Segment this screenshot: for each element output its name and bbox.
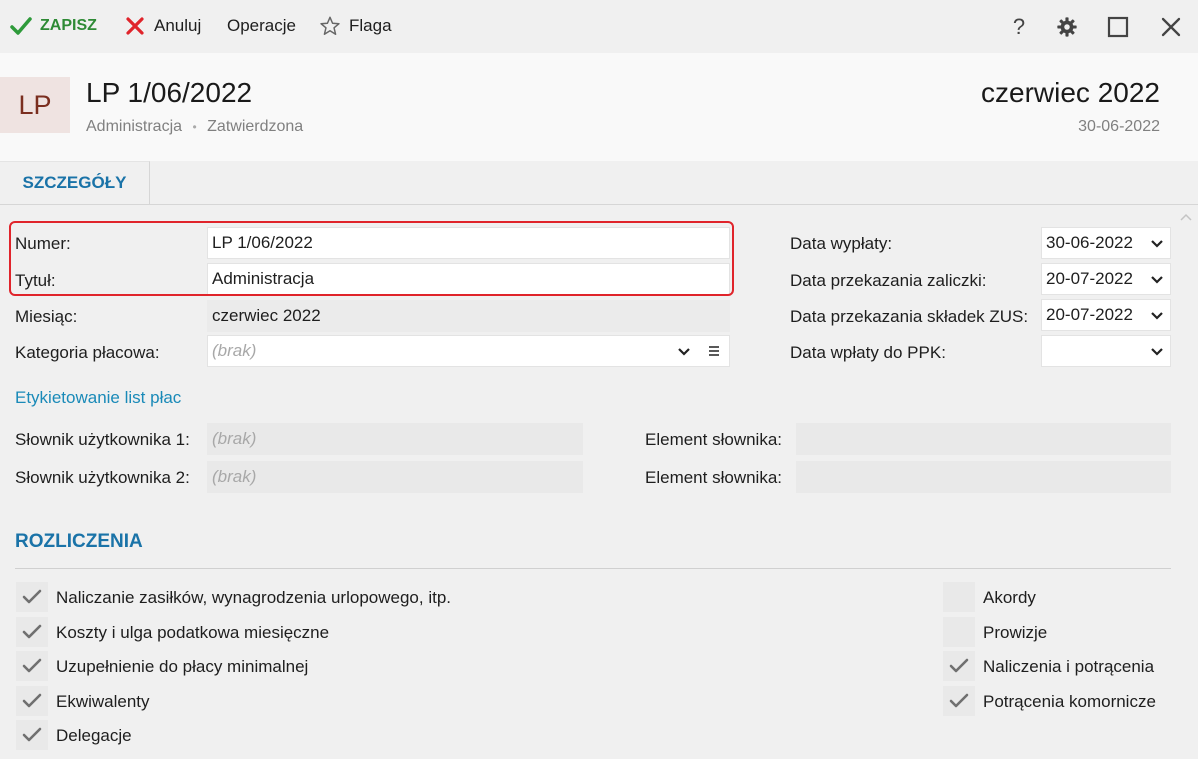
checkbox-label: Delegacje [56, 726, 132, 745]
chevron-down-icon[interactable] [677, 346, 691, 358]
header-date: 30-06-2022 [1078, 118, 1160, 135]
checkmark-icon [949, 658, 969, 673]
status-badge: Zatwierdzona [207, 118, 304, 135]
divider [15, 568, 1171, 569]
miesiac-value: czerwiec 2022 [212, 306, 321, 325]
close-window-icon[interactable] [1158, 14, 1184, 40]
header-subtitle: Administracja • Zatwierdzona [86, 118, 303, 136]
checkbox-label: Koszty i ulga podatkowa miesięczne [56, 622, 330, 642]
checkmark-icon [949, 693, 969, 707]
checkbox-label: Naliczanie zasiłków, wynagrodzenia urlop… [56, 588, 451, 607]
slownik2-label: Słownik użytkownika 2: [15, 468, 190, 487]
miesiac-field: czerwiec 2022 [207, 300, 730, 332]
gear-icon[interactable] [1054, 14, 1080, 40]
checkbox-label: Potrącenia komornicze [983, 691, 1156, 711]
checkbox[interactable] [16, 616, 48, 647]
checkbox[interactable] [943, 685, 975, 716]
checkmark-icon [22, 727, 42, 742]
chevron-down-icon[interactable] [1150, 236, 1164, 250]
etykietowanie-link[interactable]: Etykietowanie list płac [15, 388, 181, 408]
kategoria-value: (brak) [212, 341, 257, 360]
highlight-box [9, 221, 734, 296]
element1-field[interactable] [796, 423, 1171, 455]
checkbox[interactable] [16, 720, 48, 750]
cancel-button[interactable]: Anuluj [124, 14, 201, 38]
data-zus-value: 20-07-2022 [1046, 305, 1133, 324]
scroll-up-icon[interactable] [1180, 212, 1192, 222]
header-separator: • [192, 120, 197, 134]
slownik1-value: (brak) [212, 429, 257, 448]
kategoria-label: Kategoria płacowa: [15, 343, 160, 362]
tab-bar: SZCZEGÓŁY [0, 161, 1198, 205]
help-icon[interactable]: ? [1006, 14, 1032, 40]
operations-label: Operacje [227, 16, 296, 35]
flag-button[interactable]: Flaga [319, 14, 392, 38]
data-zaliczki-value: 20-07-2022 [1046, 269, 1133, 288]
close-icon [124, 15, 146, 37]
kategoria-select[interactable]: (brak) [207, 335, 730, 367]
list-menu-icon[interactable] [708, 344, 720, 358]
slownik2-value: (brak) [212, 467, 257, 486]
chevron-down-icon[interactable] [1150, 308, 1164, 322]
checkbox[interactable] [16, 651, 48, 681]
checkbox[interactable] [943, 582, 975, 612]
checkmark-icon [22, 624, 42, 638]
chevron-down-icon[interactable] [1150, 272, 1164, 286]
data-wyplaty-picker[interactable]: 30-06-2022 [1041, 227, 1171, 259]
checkbox-label: Prowizje [983, 622, 1048, 642]
checkbox-label: Uzupełnienie do płacy minimalnej [56, 657, 309, 676]
checkbox[interactable] [943, 651, 975, 681]
data-zaliczki-picker[interactable]: 20-07-2022 [1041, 263, 1171, 295]
checkmark-icon [22, 589, 42, 604]
data-wyplaty-value: 30-06-2022 [1046, 233, 1133, 252]
checkbox-label: Naliczenia i potrącenia [983, 657, 1155, 676]
checkmark-icon [22, 658, 42, 673]
section-title: ROZLICZENIA [15, 531, 143, 552]
checkbox[interactable] [943, 616, 975, 647]
element2-field[interactable] [796, 461, 1171, 493]
checkmark-icon [22, 693, 42, 707]
data-zus-picker[interactable]: 20-07-2022 [1041, 299, 1171, 331]
data-wyplaty-label: Data wypłaty: [790, 234, 893, 253]
checkmark-icon [10, 15, 32, 37]
document-header: LP LP 1/06/2022 Administracja • Zatwierd… [0, 53, 1198, 161]
save-button[interactable]: ZAPISZ [10, 14, 97, 38]
data-ppk-picker[interactable] [1041, 335, 1171, 367]
header-category: Administracja [86, 118, 183, 135]
checkbox-label: Akordy [983, 588, 1036, 607]
header-period: czerwiec 2022 [981, 77, 1160, 108]
chevron-down-icon[interactable] [1150, 344, 1164, 358]
page-title: LP 1/06/2022 [86, 77, 253, 108]
flag-label: Flaga [349, 16, 392, 35]
miesiac-label: Miesiąc: [15, 307, 78, 326]
checkbox[interactable] [16, 685, 48, 716]
checkbox-label: Ekwiwalenty [56, 691, 150, 711]
data-ppk-label: Data wpłaty do PPK: [790, 343, 946, 362]
operations-menu[interactable]: Operacje [227, 14, 296, 38]
checkbox[interactable] [16, 582, 48, 612]
tab-szczegoly[interactable]: SZCZEGÓŁY [0, 161, 150, 204]
avatar: LP [0, 77, 70, 133]
slownik2-field[interactable]: (brak) [207, 461, 583, 493]
data-zaliczki-label: Data przekazania zaliczki: [790, 271, 987, 290]
maximize-icon[interactable] [1105, 14, 1131, 40]
save-label: ZAPISZ [40, 17, 97, 34]
slownik1-field[interactable]: (brak) [207, 423, 583, 455]
data-zus-label: Data przekazania składek ZUS: [790, 307, 1029, 326]
element2-label: Element słownika: [645, 468, 783, 487]
toolbar: ZAPISZ Anuluj Operacje Flaga ? [0, 0, 1198, 53]
star-icon [319, 15, 341, 37]
slownik1-label: Słownik użytkownika 1: [15, 430, 190, 449]
element1-label: Element słownika: [645, 430, 783, 449]
cancel-label: Anuluj [154, 16, 202, 35]
